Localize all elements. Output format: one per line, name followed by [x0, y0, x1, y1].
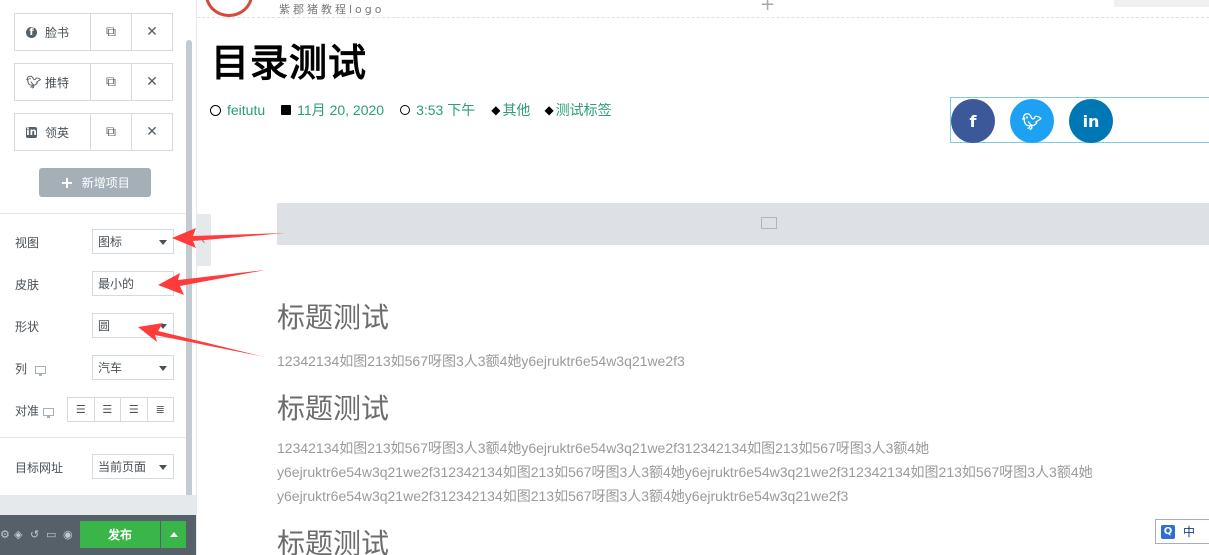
divider: [0, 437, 186, 438]
share-twitter-button[interactable]: 🐦︎: [1010, 99, 1054, 143]
share-buttons-widget: f 🐦︎ in: [950, 97, 1209, 143]
shape-select[interactable]: 圆: [92, 313, 174, 338]
desktop-icon[interactable]: [35, 365, 47, 376]
facebook-icon: f: [26, 26, 37, 38]
remove-icon[interactable]: ✕: [131, 114, 172, 150]
twitter-icon: 🐦︎: [1021, 111, 1043, 131]
panel-bottom-bar: ⚙ ◈ ↺ ▭ ◉ 发布: [0, 515, 196, 555]
meta-tag[interactable]: ◆ 测试标签: [544, 100, 611, 120]
image-icon: [761, 217, 777, 229]
remove-icon[interactable]: ✕: [131, 14, 172, 50]
columns-label: 列: [15, 360, 47, 377]
remove-icon[interactable]: ✕: [131, 64, 172, 100]
repeater-item-twitter[interactable]: 🐦︎ 推特 ⧉ ✕: [14, 63, 173, 101]
panel-footer-space: [0, 495, 196, 515]
layers-icon[interactable]: ◈: [14, 528, 22, 541]
section-heading: 标题测试: [277, 527, 390, 555]
paragraph-line: y6ejruktr6e54w3q21we2f312342134如图213如567…: [277, 464, 1093, 480]
share-facebook-button[interactable]: f: [951, 99, 995, 143]
align-label: 对准: [15, 402, 55, 419]
tags-icon: ◆: [544, 103, 554, 117]
post-meta: feitutu 11月 20, 2020 3:53 下午 ◆ 其他 ◆ 测试标签: [210, 100, 628, 120]
skin-label: 皮肤: [15, 278, 40, 292]
settings-icon[interactable]: ⚙: [0, 528, 10, 541]
shape-label: 形状: [15, 320, 40, 334]
clock-icon: [400, 105, 411, 115]
calendar-icon: [281, 105, 292, 115]
ime-indicator[interactable]: Q中: [1155, 519, 1209, 544]
caret-down-icon: [159, 240, 167, 245]
paragraph-line: 12342134如图213如567呀图3人3额4她y6ejruktr6e54w3…: [277, 440, 930, 456]
view-label: 视图: [15, 236, 40, 250]
skin-select[interactable]: 最小的: [92, 271, 174, 296]
caret-down-icon: [159, 366, 167, 371]
post-title: 目录测试: [211, 41, 368, 85]
caret-down-icon: [159, 465, 167, 470]
add-item-button[interactable]: + 新增项目: [39, 168, 151, 197]
tags-icon: ◆: [491, 103, 501, 117]
section-border: [197, 17, 1209, 18]
site-logo: [205, 0, 253, 17]
caret-up-icon: [169, 532, 178, 537]
repeater-item-linkedin[interactable]: in 领英 ⧉ ✕: [14, 113, 173, 151]
align-left-icon[interactable]: ☰: [68, 398, 94, 421]
image-placeholder[interactable]: [277, 203, 1209, 245]
paragraph-line: 12342134如图213如567呀图3人3额4她y6ejruktr6e54w3…: [277, 353, 685, 369]
page-canvas: 紫郡猪教程logo + 目录测试 feitutu 11月 20, 2020 3:…: [197, 0, 1209, 555]
header-widget: [1114, 0, 1209, 7]
publish-options-button[interactable]: [161, 521, 186, 548]
target-url-select[interactable]: 当前页面: [92, 454, 174, 479]
target-url-label: 目标网址: [15, 461, 64, 475]
responsive-icon[interactable]: ▭: [46, 528, 56, 541]
section-heading: 标题测试: [277, 301, 390, 334]
repeater-item-label[interactable]: 🐦︎ 推特: [15, 64, 91, 100]
publish-button[interactable]: 发布: [80, 521, 160, 548]
linkedin-icon: in: [26, 126, 37, 138]
logo-text: 紫郡猪教程logo: [279, 3, 385, 16]
section-heading: 标题测试: [277, 392, 390, 425]
user-icon: [210, 104, 221, 116]
meta-date[interactable]: 11月 20, 2020: [281, 100, 384, 120]
caret-down-icon: [159, 324, 167, 329]
meta-time[interactable]: 3:53 下午: [400, 100, 475, 120]
duplicate-icon[interactable]: ⧉: [91, 114, 131, 150]
add-section-plus-icon[interactable]: +: [760, 0, 775, 15]
preview-eye-icon[interactable]: ◉: [63, 528, 73, 541]
history-icon[interactable]: ↺: [30, 528, 39, 541]
plus-icon: +: [60, 173, 74, 192]
paragraph-line: y6ejruktr6e54w3q21we2f312342134如图213如567…: [277, 488, 849, 504]
facebook-icon: f: [969, 111, 977, 131]
repeater-item-label[interactable]: in 领英: [15, 114, 91, 150]
duplicate-icon[interactable]: ⧉: [91, 14, 131, 50]
desktop-icon[interactable]: [43, 407, 55, 418]
columns-select[interactable]: 汽车: [92, 355, 174, 380]
divider: [0, 213, 186, 214]
ime-mode: 中: [1183, 525, 1196, 539]
align-button-group: ☰ ☰ ☰ ≣: [67, 397, 174, 422]
align-justify-icon[interactable]: ≣: [146, 398, 174, 421]
twitter-icon: 🐦︎: [26, 74, 42, 89]
ime-logo-icon: Q: [1161, 524, 1175, 539]
align-center-icon[interactable]: ☰: [93, 398, 121, 421]
view-select[interactable]: 图标: [92, 229, 174, 254]
linkedin-icon: in: [1082, 111, 1100, 131]
repeater-item-facebook[interactable]: f 脸书 ⧉ ✕: [14, 13, 173, 51]
panel-scrollbar[interactable]: [186, 40, 192, 510]
meta-author[interactable]: feitutu: [210, 102, 265, 118]
repeater-item-label[interactable]: f 脸书: [15, 14, 91, 50]
align-right-icon[interactable]: ☰: [120, 398, 147, 421]
meta-category[interactable]: ◆ 其他: [491, 100, 530, 120]
editor-panel: f 脸书 ⧉ ✕ 🐦︎ 推特 ⧉ ✕ in 领英 ⧉ ✕ + 新增项目 视图 图标 皮肤…: [0, 0, 197, 555]
share-linkedin-button[interactable]: in: [1069, 99, 1113, 143]
duplicate-icon[interactable]: ⧉: [91, 64, 131, 100]
